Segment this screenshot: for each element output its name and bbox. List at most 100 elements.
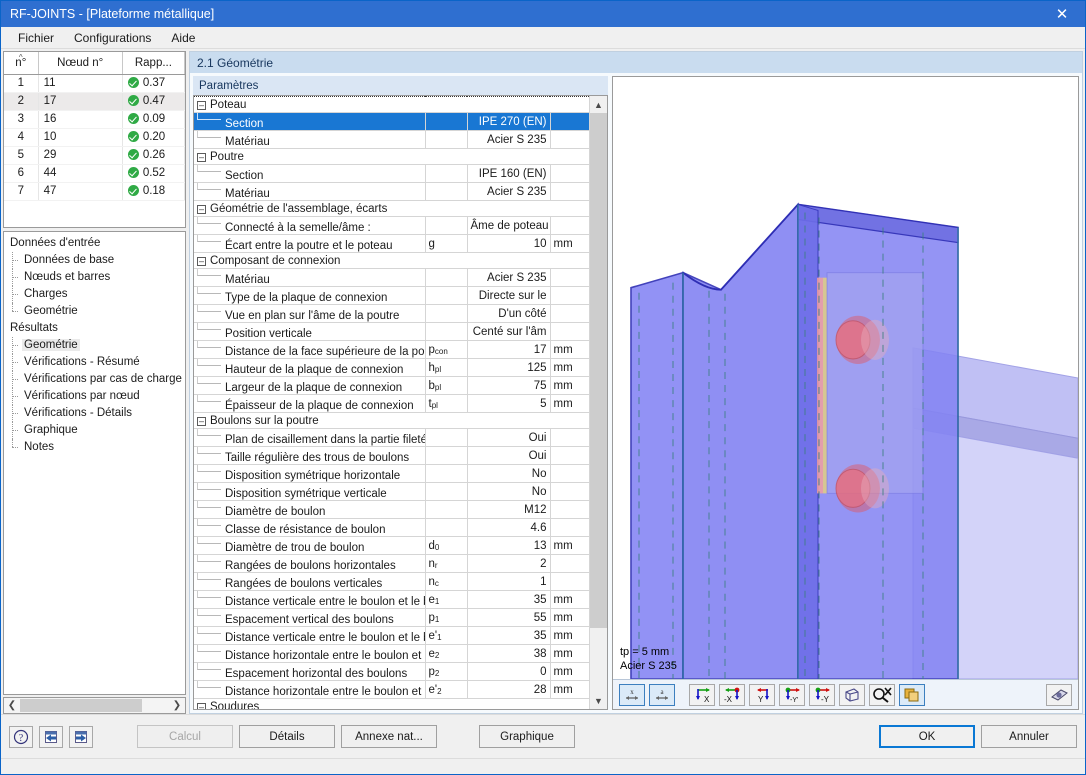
param-value[interactable]: 55 [467,608,551,627]
menu-item-fichier[interactable]: Fichier [9,28,63,48]
param-row[interactable]: Espacement horizontal des boulons p2 0 mm [194,662,589,681]
param-row[interactable]: Espacement vertical des boulons p1 55 mm [194,608,589,627]
dimension-x-icon[interactable]: x [619,683,645,706]
param-value[interactable]: Acier S 235 [467,130,551,149]
param-row[interactable]: Section IPE 270 (EN) [194,112,589,131]
param-value[interactable]: IPE 270 (EN) [467,112,551,131]
param-row[interactable]: Distance horizontale entre le boulon et … [194,680,589,699]
param-row[interactable]: Hauteur de la plaque de connexion hpl 125 m… [194,358,589,377]
param-row[interactable]: Distance de la face supérieure de la pou… [194,340,589,359]
collapse-icon[interactable]: ‒ [197,100,206,110]
param-value[interactable]: 125 [467,358,551,377]
table-row[interactable]: 6 44 0.52 [4,164,185,183]
tree-item-n-uds-et-barres[interactable]: Nœuds et barres [8,269,185,286]
param-value[interactable]: Centé sur l'âm [467,322,551,341]
column-header-ratio[interactable]: Rapp... [122,52,185,75]
param-value[interactable]: 75 [467,376,551,395]
parameters-vertical-scrollbar[interactable]: ▲ ▼ [589,96,607,709]
param-value[interactable]: 2 [467,554,551,573]
previous-icon[interactable] [39,725,63,748]
param-group-row[interactable]: ‒ Composant de connexion [194,252,589,269]
param-group-row[interactable]: ‒ Poutre [194,148,589,165]
table-row[interactable]: 3 16 0.09 [4,110,185,129]
param-value[interactable]: M12 [467,500,551,519]
collapse-icon[interactable]: ‒ [197,204,206,214]
param-value[interactable]: 17 [467,340,551,359]
dimension-a-icon[interactable]: a [649,683,675,706]
param-row[interactable]: Disposition symétrique horizontale No [194,464,589,483]
param-group-row[interactable]: ‒ Soudures [194,698,589,709]
param-value[interactable]: Directe sur le [467,286,551,305]
param-row[interactable]: Distance verticale entre le boulon et le… [194,626,589,645]
param-row[interactable]: Matériau Acier S 235 [194,268,589,287]
scroll-up-icon[interactable]: ▲ [590,96,607,113]
render-mode-icon[interactable] [899,683,925,706]
param-row[interactable]: Rangées de boulons horizontales nr 2 [194,554,589,573]
left-horizontal-scrollbar[interactable]: ❮ ❯ [3,697,186,714]
param-row[interactable]: Disposition symétrique verticale No [194,482,589,501]
param-value[interactable]: 4.6 [467,518,551,537]
scroll-track-vertical[interactable] [590,113,607,692]
param-row[interactable]: Plan de cisaillement dans la partie file… [194,428,589,447]
param-value[interactable]: 38 [467,644,551,663]
scroll-right-icon[interactable]: ❯ [169,700,185,711]
param-row[interactable]: Type de la plaque de connexion Directe su… [194,286,589,305]
tree-item-v-rifications-r-sum-[interactable]: Vérifications - Résumé [8,354,185,371]
param-row[interactable]: Écart entre la poutre et le poteau g 10 mm [194,234,589,253]
tree-item-donn-es-de-base[interactable]: Données de base [8,252,185,269]
tree-item-geom-trie[interactable]: Geométrie [8,303,185,320]
param-value[interactable]: IPE 160 (EN) [467,164,551,183]
param-value[interactable]: No [467,482,551,501]
collapse-icon[interactable]: ‒ [197,256,206,266]
zoom-all-icon[interactable] [869,683,895,706]
annexe-nationale-button[interactable]: Annexe nat... [341,725,437,748]
param-value[interactable]: Oui [467,428,551,447]
menu-item-aide[interactable]: Aide [162,28,204,48]
view-x-icon[interactable]: X [689,683,715,706]
next-icon[interactable] [69,725,93,748]
collapse-icon[interactable]: ‒ [197,416,206,426]
help-icon[interactable]: ? [9,725,33,748]
param-value[interactable]: 10 [467,234,551,253]
column-header-node[interactable]: Nœud n° [38,52,123,75]
scroll-track[interactable] [20,698,169,713]
tree-item-graphique[interactable]: Graphique [8,422,185,439]
param-value[interactable]: Acier S 235 [467,268,551,287]
table-row[interactable]: 5 29 0.26 [4,146,185,165]
table-row[interactable]: 1 11 0.37 [4,74,185,93]
param-value[interactable]: 1 [467,572,551,591]
tree-item-v-rifications-par-cas-de-charge[interactable]: Vérifications par cas de charge [8,371,185,388]
param-row[interactable]: Rangées de boulons verticales nc 1 [194,572,589,591]
param-row[interactable]: Matériau Acier S 235 [194,130,589,149]
param-value[interactable]: 35 [467,590,551,609]
param-group-row[interactable]: ‒ Boulons sur la poutre [194,412,589,429]
tree-item-notes[interactable]: Notes [8,439,185,456]
param-row[interactable]: Position verticale Centé sur l'âm [194,322,589,341]
param-row[interactable]: Distance horizontale entre le boulon et … [194,644,589,663]
viewer-canvas[interactable]: tp = 5 mm Acier S 235 [613,77,1078,679]
tree-item-v-rifications-par-n-ud[interactable]: Vérifications par nœud [8,388,185,405]
param-row[interactable]: Largeur de la plaque de connexion bpl 75 mm [194,376,589,395]
param-row[interactable]: Classe de résistance de boulon 4.6 [194,518,589,537]
print-icon[interactable] [1046,683,1072,706]
param-value[interactable]: 35 [467,626,551,645]
table-row[interactable]: 4 10 0.20 [4,128,185,147]
param-value[interactable]: 5 [467,394,551,413]
close-icon[interactable]: ✕ [1039,1,1085,27]
scroll-left-icon[interactable]: ❮ [4,700,20,711]
collapse-icon[interactable]: ‒ [197,152,206,162]
param-row[interactable]: Diamètre de trou de boulon d0 13 mm [194,536,589,555]
param-row[interactable]: Matériau Acier S 235 [194,182,589,201]
view-minus-y-icon[interactable]: -Y [809,683,835,706]
param-row[interactable]: Épaisseur de la plaque de connexion tpl 5 m… [194,394,589,413]
table-row[interactable]: 7 47 0.18 [4,182,185,201]
view-minus-y-prime-icon[interactable]: -Y' [779,683,805,706]
param-group-row[interactable]: ‒ Poteau [194,96,589,113]
scroll-down-icon[interactable]: ▼ [590,692,607,709]
param-row[interactable]: Section IPE 160 (EN) [194,164,589,183]
menu-item-configurations[interactable]: Configurations [65,28,160,48]
param-row[interactable]: Distance verticale entre le boulon et le… [194,590,589,609]
graphique-button[interactable]: Graphique [479,725,575,748]
column-header-index[interactable]: ^ n° [4,52,39,75]
param-value[interactable]: Acier S 235 [467,182,551,201]
